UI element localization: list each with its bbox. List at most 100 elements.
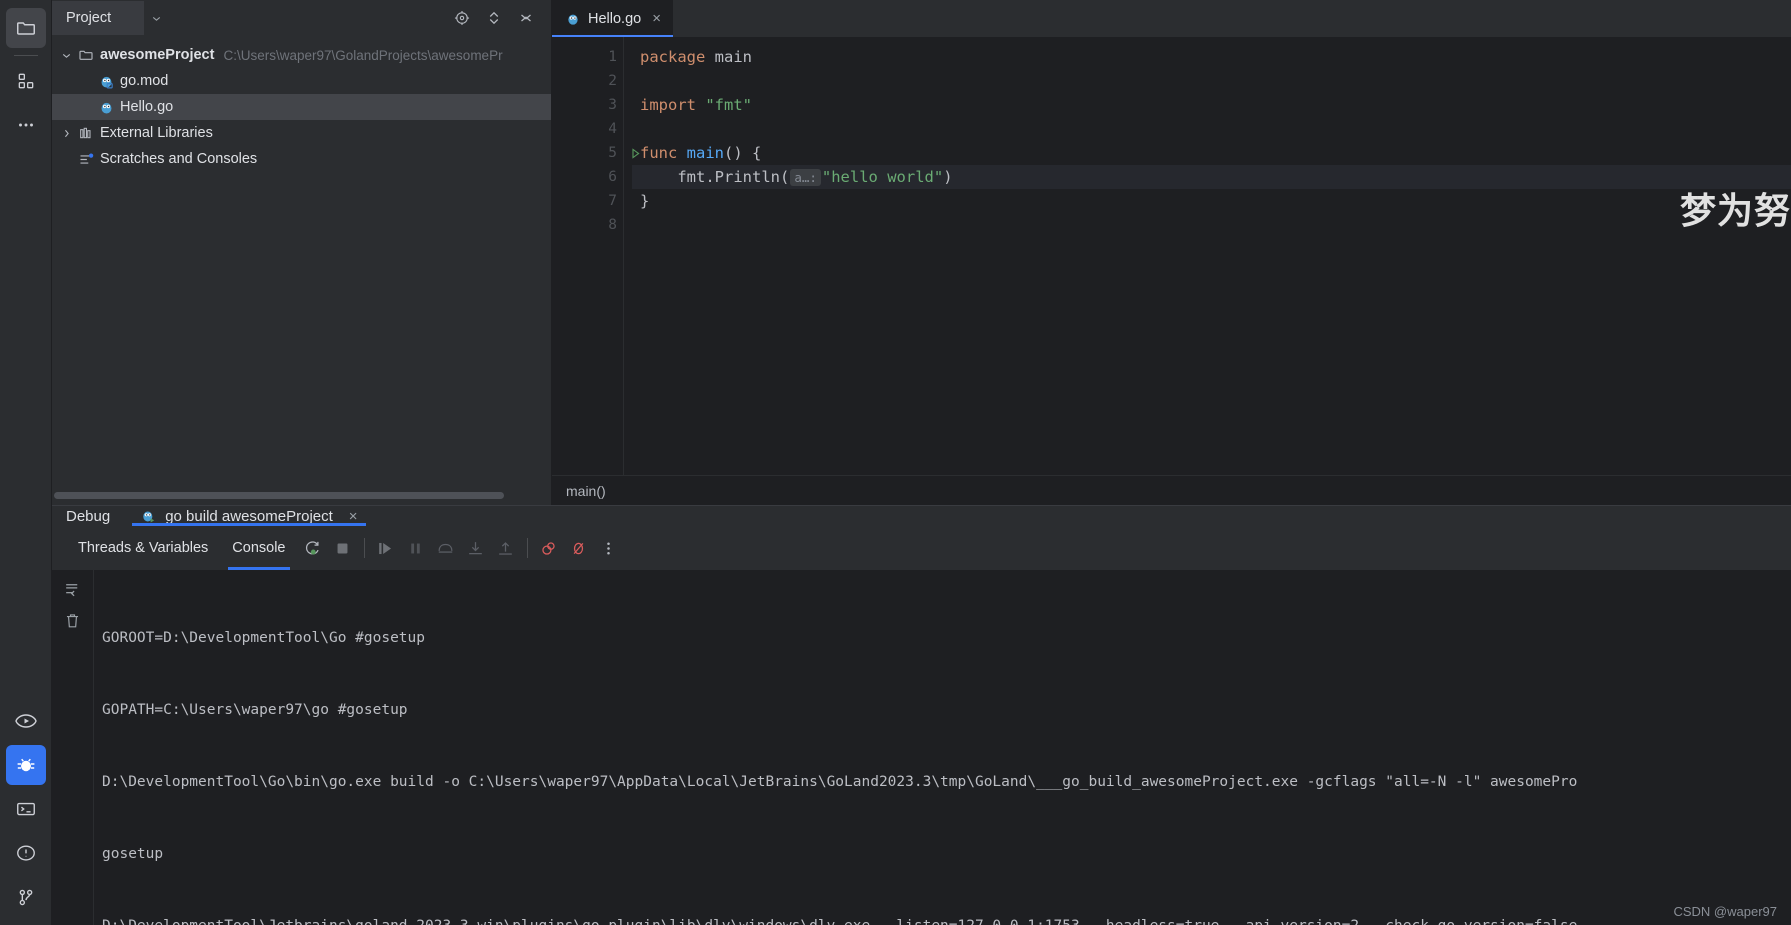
tree-row[interactable]: awesomeProject C:\Users\waper97\GolandPr… xyxy=(52,42,551,68)
editor-gutter: 1 2 3 4 5 6 7 8 xyxy=(552,37,640,475)
main-column: Project awesomeProject C:\Users\waper97\… xyxy=(52,0,1791,925)
chevron-down-icon[interactable] xyxy=(56,49,76,62)
tree-row[interactable]: External Libraries xyxy=(52,120,551,146)
toolbar-divider xyxy=(526,538,528,559)
stop-icon[interactable] xyxy=(328,533,358,563)
rail-button-project[interactable] xyxy=(5,8,46,48)
project-tree: awesomeProject C:\Users\waper97\GolandPr… xyxy=(52,36,551,505)
line-number: 3 xyxy=(608,97,617,113)
parameter-hint: a…: xyxy=(790,169,821,186)
goland-window: Project awesomeProject C:\Users\waper97\… xyxy=(0,0,1791,925)
target-icon[interactable] xyxy=(451,7,473,29)
code-token: main xyxy=(714,48,752,66)
expand-collapse-icon[interactable] xyxy=(483,7,505,29)
tab-threads-and-variables[interactable]: Threads & Variables xyxy=(66,526,220,570)
pause-icon[interactable] xyxy=(401,533,431,563)
code-token: package xyxy=(640,48,706,66)
run-icon xyxy=(14,709,38,733)
code-view: 1 2 3 4 5 6 7 8 package main import "fmt… xyxy=(552,37,1791,475)
rail-button-problems[interactable] xyxy=(6,833,46,873)
code-token: "hello world" xyxy=(821,168,944,186)
code-token: () { xyxy=(724,144,762,162)
mute-breakpoints-icon[interactable] xyxy=(564,533,594,563)
library-icon xyxy=(76,125,96,141)
hide-icon[interactable] xyxy=(515,7,537,29)
view-breakpoints-icon[interactable] xyxy=(534,533,564,563)
editor-tab-bar: Hello.go × xyxy=(552,0,1791,37)
rail-button-more[interactable] xyxy=(6,105,46,145)
code-token: fmt.Println( xyxy=(640,168,790,186)
project-panel-header: Project xyxy=(52,0,551,36)
rail-button-structure[interactable] xyxy=(6,61,46,101)
folder-icon xyxy=(76,47,96,63)
step-over-icon[interactable] xyxy=(431,533,461,563)
csdn-credit: CSDN @waper97 xyxy=(1673,904,1777,919)
resume-icon[interactable] xyxy=(371,533,401,563)
step-into-icon[interactable] xyxy=(461,533,491,563)
go-file-icon xyxy=(96,99,116,116)
tree-item-label: Hello.go xyxy=(120,99,174,115)
debug-title: Debug xyxy=(66,506,132,526)
more-dots-icon xyxy=(15,114,37,136)
console-line: GOPATH=C:\Users\waper97\go #gosetup xyxy=(102,702,408,719)
tree-row[interactable]: Hello.go xyxy=(52,94,551,120)
gutter-line: 1 xyxy=(552,45,623,69)
project-tab[interactable]: Project xyxy=(52,1,144,35)
rerun-icon[interactable] xyxy=(298,533,328,563)
code-text[interactable]: package main import "fmt" func main() { … xyxy=(624,37,1791,475)
project-tab-label: Project xyxy=(66,10,112,26)
breadcrumb[interactable]: main() xyxy=(552,475,1791,505)
gutter-line: 6 xyxy=(552,165,623,189)
tab-label: Threads & Variables xyxy=(78,540,209,557)
rail-bottom-group xyxy=(0,699,51,919)
rail-button-run[interactable] xyxy=(6,701,46,741)
line-number: 1 xyxy=(608,49,617,65)
tree-item-label: go.mod xyxy=(120,73,169,89)
top-region: Project awesomeProject C:\Users\waper97\… xyxy=(52,0,1791,505)
project-panel-horizontal-scrollbar[interactable] xyxy=(54,492,504,499)
go-run-icon xyxy=(140,508,157,525)
structure-icon xyxy=(16,71,36,91)
rail-button-terminal[interactable] xyxy=(6,789,46,829)
code-line: func main() { xyxy=(632,141,1791,165)
tab-label: Console xyxy=(232,540,286,557)
chevron-right-icon[interactable] xyxy=(56,127,76,140)
folder-icon xyxy=(15,17,37,39)
editor-tab-hello-go[interactable]: Hello.go × xyxy=(552,0,673,37)
tab-console[interactable]: Console xyxy=(220,526,297,571)
debug-toolbar: Threads & Variables Console xyxy=(52,526,1791,571)
more-options-icon[interactable] xyxy=(594,533,624,563)
tree-row[interactable]: go.mod xyxy=(52,68,551,94)
close-icon[interactable]: × xyxy=(652,10,661,27)
close-icon[interactable]: × xyxy=(349,508,358,525)
gutter-line: 3 xyxy=(552,93,623,117)
warning-circle-icon xyxy=(15,842,37,864)
console-line: GOROOT=D:\DevelopmentTool\Go #gosetup xyxy=(102,630,426,647)
code-line: } xyxy=(632,189,1791,213)
console-line: D:\DevelopmentTool\Jetbrains\goland-2023… xyxy=(102,914,1791,925)
soft-wrap-icon[interactable] xyxy=(63,580,82,599)
code-token: import xyxy=(640,96,696,114)
gutter-line: 7 xyxy=(552,189,623,213)
tree-item-label: Scratches and Consoles xyxy=(100,151,258,167)
code-token: ) xyxy=(943,168,953,186)
line-number: 4 xyxy=(608,121,617,137)
code-line: package main xyxy=(632,45,1791,69)
trash-icon[interactable] xyxy=(63,611,82,630)
debug-title-label: Debug xyxy=(66,507,111,525)
step-out-icon[interactable] xyxy=(491,533,521,563)
gutter-line: 5 xyxy=(552,141,640,165)
rail-button-version-control[interactable] xyxy=(6,877,46,917)
debug-session-tab[interactable]: go build awesomeProject × xyxy=(132,506,366,527)
chevron-down-icon[interactable] xyxy=(150,12,163,25)
bug-icon xyxy=(14,753,38,777)
console-output[interactable]: GOROOT=D:\DevelopmentTool\Go #gosetup GO… xyxy=(94,570,1791,925)
tool-window-rail xyxy=(0,0,52,925)
branch-icon xyxy=(15,886,37,908)
tree-row[interactable]: Scratches and Consoles xyxy=(52,146,551,172)
code-line-current: fmt.Println(a…: "hello world") xyxy=(632,165,1791,189)
console-area: GOROOT=D:\DevelopmentTool\Go #gosetup GO… xyxy=(52,570,1791,925)
rail-button-debug[interactable] xyxy=(5,745,46,785)
